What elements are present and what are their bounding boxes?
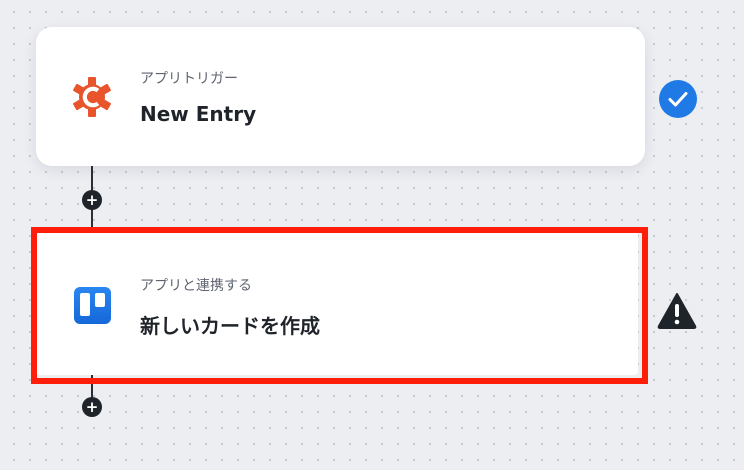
action-step-card[interactable]: アプリと連携する 新しいカードを作成 (36, 232, 638, 375)
trigger-step-title: New Entry (140, 102, 257, 126)
trigger-step-card[interactable]: アプリトリガー New Entry (36, 27, 645, 166)
check-circle-icon (658, 79, 698, 123)
trigger-step-type-label: アプリトリガー (140, 71, 238, 87)
add-step-button-1[interactable]: + (82, 190, 102, 210)
action-step-title: 新しいカードを作成 (140, 314, 320, 338)
warning-triangle-icon (657, 292, 697, 334)
add-step-button-2[interactable]: + (82, 397, 102, 417)
cognito-forms-gear-icon (72, 77, 112, 121)
trello-board-icon (74, 287, 111, 328)
action-step-type-label: アプリと連携する (140, 278, 252, 294)
